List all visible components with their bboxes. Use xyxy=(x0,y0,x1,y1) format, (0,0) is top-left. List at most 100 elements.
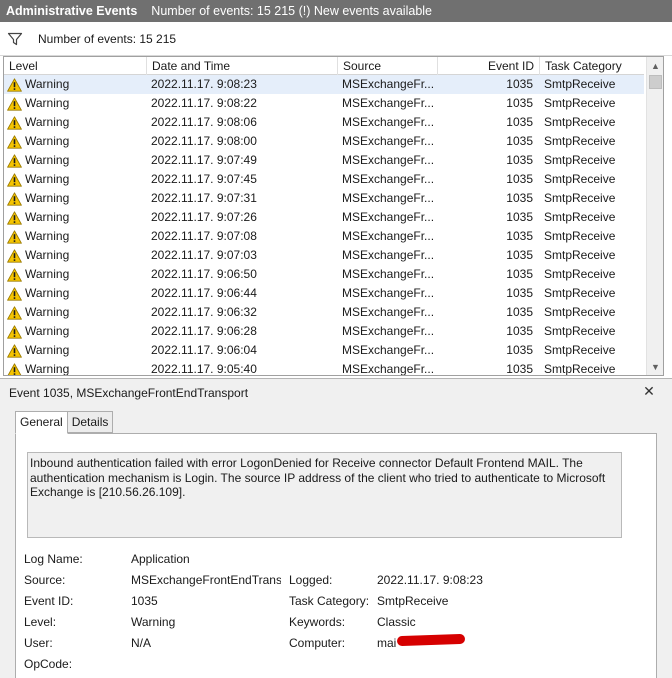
level-value: Warning xyxy=(131,615,176,629)
opcode-label: OpCode: xyxy=(24,657,73,671)
level-cell: Warning xyxy=(7,151,147,170)
event-id-cell: 1035 xyxy=(506,115,533,129)
event-message[interactable]: Inbound authentication failed with error… xyxy=(27,452,622,538)
event-id-value: 1035 xyxy=(131,594,158,608)
level-text: Warning xyxy=(25,229,70,243)
column-header-level[interactable]: Level xyxy=(4,57,147,75)
column-header-date[interactable]: Date and Time xyxy=(147,57,338,75)
table-row[interactable]: Warning 2022.11.17. 9:08:23 MSExchangeFr..… xyxy=(4,75,644,94)
funnel-icon[interactable] xyxy=(7,31,23,47)
scroll-thumb[interactable] xyxy=(649,75,662,89)
level-text: Warning xyxy=(25,362,70,376)
level-text: Warning xyxy=(25,210,70,224)
warning-icon xyxy=(7,96,22,111)
task-category-cell: SmtpReceive xyxy=(544,191,616,205)
warning-icon xyxy=(7,210,22,225)
close-icon[interactable]: ✕ xyxy=(641,383,657,399)
window-subtitle: Number of events: 15 215 (!) New events … xyxy=(151,4,432,18)
warning-icon xyxy=(7,191,22,206)
date-cell: 2022.11.17. 9:07:31 xyxy=(151,191,257,205)
task-category-cell: SmtpReceive xyxy=(544,286,616,300)
warning-icon xyxy=(7,172,22,187)
source-cell: MSExchangeFr... xyxy=(342,96,434,110)
level-text: Warning xyxy=(25,77,70,91)
level-text: Warning xyxy=(25,153,70,167)
warning-icon xyxy=(7,248,22,263)
table-row[interactable]: Warning 2022.11.17. 9:06:44 MSExchangeFr..… xyxy=(4,284,644,303)
events-grid[interactable]: Level Date and Time Source Event ID Task… xyxy=(3,56,664,376)
event-id-cell: 1035 xyxy=(506,324,533,338)
warning-icon xyxy=(7,153,22,168)
task-category-cell: SmtpReceive xyxy=(544,343,616,357)
event-count: Number of events: 15 215 xyxy=(38,31,177,46)
window-title: Administrative Events xyxy=(6,4,138,18)
level-cell: Warning xyxy=(7,341,147,360)
date-cell: 2022.11.17. 9:06:28 xyxy=(151,324,257,338)
table-row[interactable]: Warning 2022.11.17. 9:06:50 MSExchangeFr..… xyxy=(4,265,644,284)
computer-value: mai xyxy=(377,636,397,650)
level-label: Level: xyxy=(24,615,57,629)
table-row[interactable]: Warning 2022.11.17. 9:08:22 MSExchangeFr..… xyxy=(4,94,644,113)
event-id-cell: 1035 xyxy=(506,343,533,357)
level-cell: Warning xyxy=(7,189,147,208)
table-row[interactable]: Warning 2022.11.17. 9:07:26 MSExchangeFr..… xyxy=(4,208,644,227)
level-cell: Warning xyxy=(7,132,147,151)
log-name-value: Application xyxy=(131,552,190,566)
table-row[interactable]: Warning 2022.11.17. 9:08:00 MSExchangeFr..… xyxy=(4,132,644,151)
task-category-cell: SmtpReceive xyxy=(544,134,616,148)
tab-general[interactable]: General xyxy=(15,411,68,434)
source-cell: MSExchangeFr... xyxy=(342,305,434,319)
table-row[interactable]: Warning 2022.11.17. 9:05:40 MSExchangeFr..… xyxy=(4,360,644,376)
grid-header: Level Date and Time Source Event ID Task… xyxy=(4,57,644,75)
table-row[interactable]: Warning 2022.11.17. 9:07:45 MSExchangeFr..… xyxy=(4,170,644,189)
level-text: Warning xyxy=(25,96,70,110)
source-cell: MSExchangeFr... xyxy=(342,267,434,281)
level-text: Warning xyxy=(25,324,70,338)
table-row[interactable]: Warning 2022.11.17. 9:08:06 MSExchangeFr..… xyxy=(4,113,644,132)
level-text: Warning xyxy=(25,305,70,319)
grid-vertical-scrollbar[interactable]: ▲ ▼ xyxy=(646,57,663,375)
user-label: User: xyxy=(24,636,53,650)
level-cell: Warning xyxy=(7,284,147,303)
event-id-cell: 1035 xyxy=(506,96,533,110)
level-cell: Warning xyxy=(7,246,147,265)
task-category-cell: SmtpReceive xyxy=(544,210,616,224)
task-category-cell: SmtpReceive xyxy=(544,305,616,319)
event-id-cell: 1035 xyxy=(506,172,533,186)
table-row[interactable]: Warning 2022.11.17. 9:06:28 MSExchangeFr..… xyxy=(4,322,644,341)
date-cell: 2022.11.17. 9:08:00 xyxy=(151,134,257,148)
table-row[interactable]: Warning 2022.11.17. 9:07:49 MSExchangeFr..… xyxy=(4,151,644,170)
date-cell: 2022.11.17. 9:07:08 xyxy=(151,229,257,243)
keywords-value: Classic xyxy=(377,615,416,629)
scroll-down-icon[interactable]: ▼ xyxy=(647,358,663,375)
column-header-task-category[interactable]: Task Category xyxy=(540,57,644,75)
date-cell: 2022.11.17. 9:06:50 xyxy=(151,267,257,281)
scroll-up-icon[interactable]: ▲ xyxy=(647,57,663,74)
task-category-cell: SmtpReceive xyxy=(544,77,616,91)
date-cell: 2022.11.17. 9:08:22 xyxy=(151,96,257,110)
source-cell: MSExchangeFr... xyxy=(342,210,434,224)
date-cell: 2022.11.17. 9:06:04 xyxy=(151,343,257,357)
table-row[interactable]: Warning 2022.11.17. 9:07:31 MSExchangeFr..… xyxy=(4,189,644,208)
task-category-cell: SmtpReceive xyxy=(544,115,616,129)
warning-icon xyxy=(7,362,22,375)
table-row[interactable]: Warning 2022.11.17. 9:07:08 MSExchangeFr..… xyxy=(4,227,644,246)
table-row[interactable]: Warning 2022.11.17. 9:06:32 MSExchangeFr..… xyxy=(4,303,644,322)
window-titlebar: Administrative Events Number of events: … xyxy=(0,0,672,22)
tab-details[interactable]: Details xyxy=(66,411,114,433)
table-row[interactable]: Warning 2022.11.17. 9:06:04 MSExchangeFr..… xyxy=(4,341,644,360)
column-header-source[interactable]: Source xyxy=(338,57,438,75)
event-id-label: Event ID: xyxy=(24,594,74,608)
event-id-cell: 1035 xyxy=(506,248,533,262)
date-cell: 2022.11.17. 9:08:06 xyxy=(151,115,257,129)
logged-value: 2022.11.17. 9:08:23 xyxy=(377,573,483,587)
event-id-cell: 1035 xyxy=(506,267,533,281)
warning-icon xyxy=(7,286,22,301)
date-cell: 2022.11.17. 9:07:26 xyxy=(151,210,257,224)
task-category-cell: SmtpReceive xyxy=(544,362,616,376)
task-category-cell: SmtpReceive xyxy=(544,267,616,281)
level-text: Warning xyxy=(25,115,70,129)
table-row[interactable]: Warning 2022.11.17. 9:07:03 MSExchangeFr..… xyxy=(4,246,644,265)
column-header-event-id[interactable]: Event ID xyxy=(438,57,540,75)
date-cell: 2022.11.17. 9:05:40 xyxy=(151,362,257,376)
